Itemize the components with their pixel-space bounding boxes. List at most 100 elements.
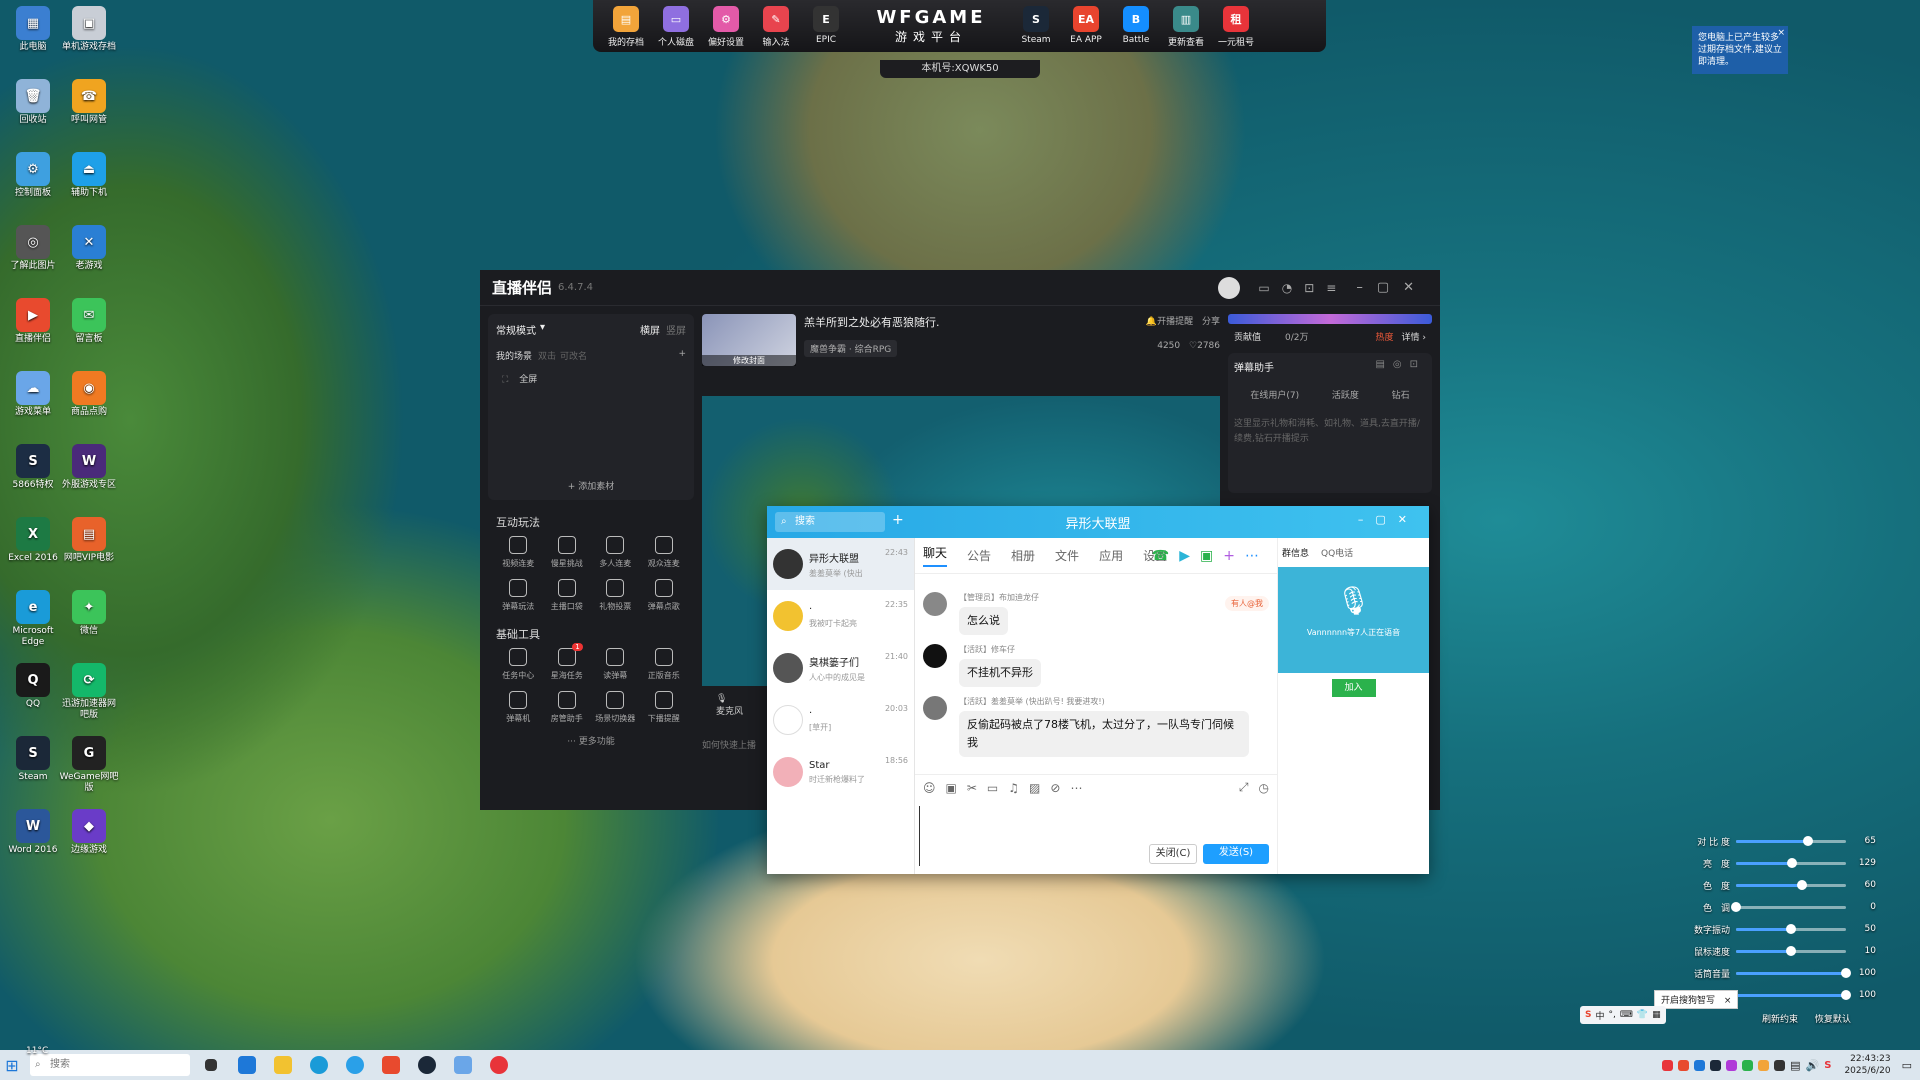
tool-button[interactable]: 礼物投票: [591, 579, 640, 612]
tool-button[interactable]: 下播提醒: [640, 691, 689, 724]
avatar[interactable]: [923, 696, 947, 720]
desktop-icon[interactable]: e Microsoft Edge: [2, 590, 64, 648]
tool-button[interactable]: 观众连麦: [640, 536, 689, 569]
folder-icon[interactable]: ▭: [987, 781, 998, 795]
cloud-icon[interactable]: [448, 1050, 478, 1080]
launcher-item[interactable]: ⚙ 偏好设置: [701, 4, 751, 48]
desktop-icon[interactable]: W Word 2016: [2, 809, 64, 856]
chat-actions[interactable]: ☎▶▣+⋯: [1152, 548, 1269, 564]
ime-toolbar[interactable]: S 中 °, ⌨ 👕 ▦: [1580, 1006, 1666, 1024]
desktop-icon[interactable]: ▶ 直播伴侣: [2, 298, 64, 345]
emoji-icon[interactable]: ☺: [923, 781, 936, 795]
network-icon[interactable]: ▤: [1790, 1059, 1800, 1072]
tool-button[interactable]: 正版音乐: [640, 648, 689, 681]
slider-knob[interactable]: [1841, 967, 1851, 978]
launcher-item[interactable]: EA EA APP: [1061, 4, 1111, 48]
tab-group-info[interactable]: 群信息: [1282, 546, 1309, 559]
tab-qq-call[interactable]: QQ电话: [1321, 546, 1353, 559]
launcher-item[interactable]: ✎ 输入法: [751, 4, 801, 48]
desktop-icon[interactable]: ▤ 网吧VIP电影: [58, 517, 120, 564]
tool-button[interactable]: 主播口袋: [543, 579, 592, 612]
desktop-icon[interactable]: ▣ 单机游戏存档: [58, 6, 120, 53]
banner[interactable]: [1228, 314, 1432, 324]
desktop-icon[interactable]: W 外服游戏专区: [58, 444, 120, 491]
conversation-item[interactable]: 异形大联盟 羞羞莫举 (快出 22:43: [767, 538, 914, 590]
scene-item-fullscreen[interactable]: ⛶ 全屏: [488, 366, 694, 391]
tool-button[interactable]: 1 星海任务: [543, 643, 592, 681]
reset-default-button[interactable]: 恢复默认: [1815, 1015, 1851, 1025]
detail-link[interactable]: 详情 ›: [1402, 330, 1426, 343]
netease-icon[interactable]: [484, 1050, 514, 1080]
cover-image[interactable]: 修改封面: [702, 314, 796, 366]
tray-app-icon[interactable]: [1678, 1059, 1690, 1071]
titlebar-tools[interactable]: ▭◔⊡≡: [1258, 281, 1348, 295]
desktop-icon[interactable]: ✦ 微信: [58, 590, 120, 637]
mention-badge[interactable]: 有人@我: [1225, 596, 1269, 611]
tray-app-icon[interactable]: [1726, 1059, 1738, 1071]
close-button[interactable]: 关闭(C): [1149, 844, 1197, 864]
chat-tab[interactable]: 公告: [967, 547, 991, 564]
conversation-item[interactable]: Star 时迁新枪爆料了 18:56: [767, 746, 914, 798]
desktop-icon[interactable]: Q QQ: [2, 663, 64, 710]
taskbar-search[interactable]: ⌕ 搜索: [30, 1054, 190, 1076]
chat-tab[interactable]: 应用: [1099, 547, 1123, 564]
slider-knob[interactable]: [1797, 879, 1807, 890]
tray-app-icon[interactable]: [1742, 1059, 1754, 1071]
tray-app-icon[interactable]: [1758, 1059, 1770, 1071]
send-button[interactable]: 发送(S): [1203, 844, 1269, 864]
share-button[interactable]: 分享: [1202, 317, 1220, 327]
desktop-icon[interactable]: ✕ 老游戏: [58, 225, 120, 272]
launcher-item[interactable]: B Battle: [1111, 4, 1161, 48]
launcher-item[interactable]: 租一元租号: [1211, 4, 1261, 48]
launcher-item[interactable]: ▤ 我的存档: [601, 4, 651, 48]
cleanup-notice[interactable]: 您电脑上已产生较多过期存档文件,建议立即清理。 ×: [1692, 26, 1788, 74]
desktop-icon[interactable]: ◉ 商品点购: [58, 371, 120, 418]
mute-icon[interactable]: ⊘: [1050, 781, 1060, 795]
avatar[interactable]: [923, 644, 947, 668]
online-users-tab[interactable]: 在线用户(7): [1250, 388, 1299, 401]
tool-button[interactable]: 视频连麦: [494, 536, 543, 569]
skin-icon[interactable]: 👕: [1637, 1010, 1648, 1020]
portrait-toggle[interactable]: 竖屏: [666, 322, 686, 337]
desktop-icon[interactable]: ✉ 留言板: [58, 298, 120, 345]
slider-knob[interactable]: [1786, 945, 1796, 956]
history-icon[interactable]: ◷: [1259, 781, 1269, 795]
add-member-icon[interactable]: +: [1223, 548, 1245, 564]
chat-tab[interactable]: 文件: [1055, 547, 1079, 564]
add-source-button[interactable]: + 添加素材: [488, 479, 694, 492]
slider-knob[interactable]: [1786, 857, 1797, 868]
refresh-button[interactable]: 刷新约束: [1762, 1015, 1798, 1025]
tool-button[interactable]: 读弹幕: [591, 648, 640, 681]
task-view-icon[interactable]: [196, 1050, 226, 1080]
slider-track[interactable]: [1736, 923, 1846, 934]
tool-button[interactable]: 场景切换器: [591, 691, 640, 724]
slider-knob[interactable]: [1786, 923, 1796, 934]
conversation-item[interactable]: · 我被叮卡起亮 22:35: [767, 590, 914, 642]
more-features-button[interactable]: ··· 更多功能: [488, 734, 694, 747]
tool-button[interactable]: 弹幕点歌: [640, 579, 689, 612]
clock[interactable]: 22:43:23 2025/6/20: [1844, 1053, 1890, 1077]
window-controls[interactable]: –▢✕: [1356, 280, 1428, 295]
activity-tab[interactable]: 活跃度: [1332, 388, 1359, 401]
stream-companion-icon[interactable]: [376, 1050, 406, 1080]
steam-icon[interactable]: [412, 1050, 442, 1080]
avatar[interactable]: [923, 592, 947, 616]
tool-button[interactable]: 慢星挑战: [543, 536, 592, 569]
add-icon[interactable]: +: [892, 512, 904, 528]
ime-mode-icon[interactable]: 中: [1595, 1009, 1604, 1022]
desktop-icon[interactable]: S Steam: [2, 736, 64, 783]
close-icon[interactable]: ×: [1777, 27, 1785, 39]
quick-start-hint[interactable]: 如何快速上播: [702, 738, 756, 751]
slider-knob[interactable]: [1841, 989, 1851, 1000]
tool-button[interactable]: 多人连麦: [591, 536, 640, 569]
tray-app-icon[interactable]: [1694, 1059, 1706, 1071]
chat-tab[interactable]: 聊天: [923, 544, 948, 567]
slider-track[interactable]: [1736, 989, 1851, 1000]
window-controls[interactable]: –▢✕: [1358, 513, 1419, 526]
tray-app-icon[interactable]: [1662, 1059, 1674, 1071]
phone-icon[interactable]: ☎: [1152, 548, 1179, 564]
slider-track[interactable]: [1736, 835, 1846, 846]
share-screen-icon[interactable]: ▣: [1200, 548, 1223, 564]
desktop-icon[interactable]: ◎ 了解此图片: [2, 225, 64, 272]
edge-icon[interactable]: [304, 1050, 334, 1080]
